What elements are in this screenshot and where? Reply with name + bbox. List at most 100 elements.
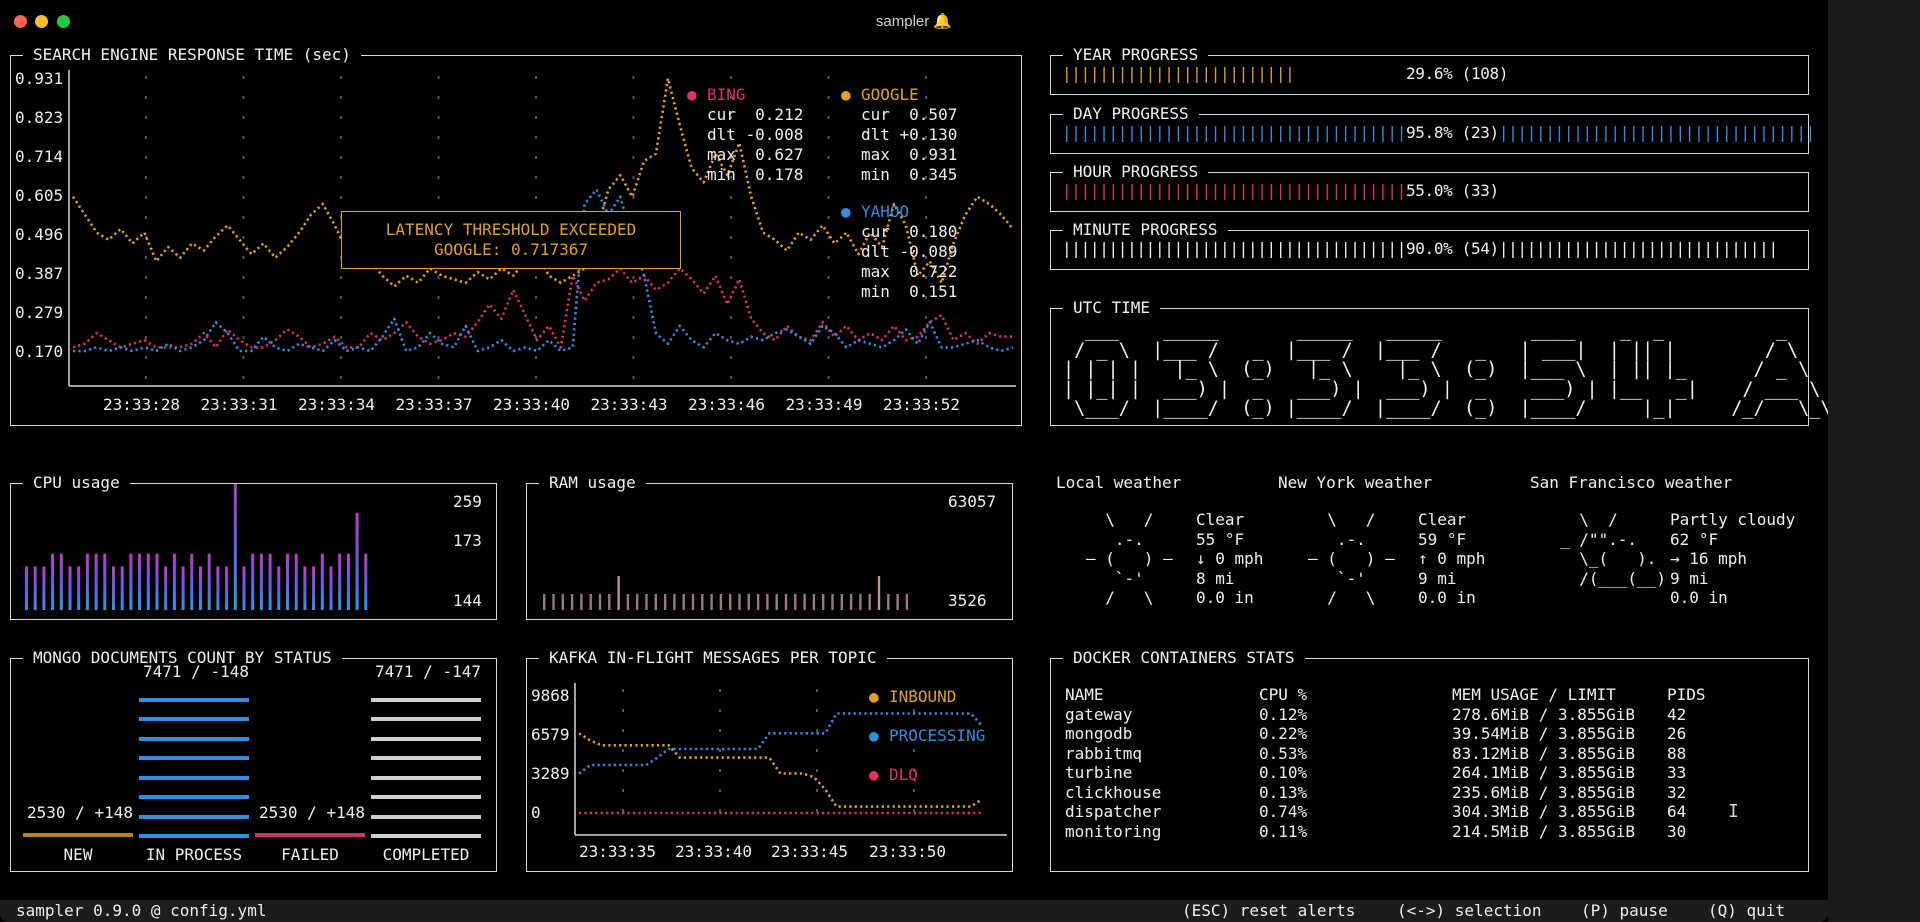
minute-progress-tick: | <box>1294 239 1304 258</box>
status-pause[interactable]: (P) pause <box>1581 901 1668 921</box>
ram-bar <box>552 594 555 610</box>
hour-progress-tick <box>1787 181 1796 200</box>
weather-detail: 9 mi <box>1670 568 1709 588</box>
cpu-usage-panel[interactable]: CPU usage 259 173 144 <box>10 473 497 620</box>
search-ytick: 0.823 <box>15 108 63 127</box>
cpu-bar <box>146 553 150 610</box>
mongo-bar-label: FAILED <box>281 845 339 864</box>
year-progress-tick: | <box>1201 64 1211 83</box>
status-quit[interactable]: (Q) quit <box>1708 901 1785 921</box>
search-xtick: 23:33:40 <box>493 395 570 414</box>
legend-google-cur: cur 0.507 <box>861 105 958 124</box>
day-progress-tick: | <box>1591 123 1602 142</box>
legend-google-name: GOOGLE <box>861 85 919 104</box>
cpu-bar <box>51 553 55 610</box>
status-reset-alerts[interactable]: (ESC) reset alerts <box>1182 901 1355 921</box>
day-progress-tick: | <box>1787 123 1797 142</box>
day-progress-tick: | <box>1703 123 1713 142</box>
day-progress-tick: | <box>1684 123 1695 142</box>
title-bar: sampler 🔔 <box>0 0 1828 42</box>
day-progress-tick: | <box>1368 123 1379 142</box>
cpu-bar <box>364 553 368 610</box>
hour-progress-tick <box>1638 181 1647 200</box>
minute-progress-tick: | <box>1647 239 1658 258</box>
weather-detail: 62 °F <box>1670 529 1719 549</box>
year-progress-tick <box>1768 64 1777 83</box>
year-progress-tick: | <box>1229 64 1239 83</box>
latency-alert-line1: LATENCY THRESHOLD EXCEEDED <box>385 220 637 239</box>
minute-progress-tick: | <box>1313 239 1323 258</box>
day-progress-panel[interactable]: DAY PROGRESS |||||||||||||||||||||||||||… <box>1050 104 1815 154</box>
mongo-bar-label: NEW <box>63 845 93 864</box>
mongo-bar-segment <box>371 813 481 819</box>
mongo-bar-label: IN PROCESS <box>145 845 243 864</box>
docker-cell: 39.54MiB / 3.855GiB <box>1452 724 1636 743</box>
hour-progress-tick: | <box>1210 181 1221 200</box>
day-progress-title: DAY PROGRESS <box>1063 104 1199 124</box>
year-progress-tick <box>1555 64 1564 83</box>
hour-progress-tick: | <box>1303 181 1314 200</box>
year-progress-tick <box>1564 64 1573 83</box>
day-progress-label: 95.8% (23) <box>1405 123 1499 142</box>
day-progress-tick: | <box>1117 123 1128 142</box>
mongo-docs-panel[interactable]: MONGO DOCUMENTS COUNT BY STATUS 2530 / +… <box>10 648 497 872</box>
status-selection[interactable]: (<->) selection <box>1397 901 1542 921</box>
day-progress-tick: | <box>1731 123 1741 142</box>
hour-progress-tick: | <box>1313 181 1323 200</box>
hour-progress-tick: | <box>1387 181 1397 200</box>
docker-stats-title: DOCKER CONTAINERS STATS <box>1063 648 1305 668</box>
day-progress-tick: | <box>1796 123 1806 142</box>
minute-progress-tick: | <box>1610 239 1620 258</box>
hour-progress-panel[interactable]: HOUR PROGRESS ||||||||||||||||||||||||||… <box>1050 162 1809 212</box>
year-progress-tick <box>1304 64 1313 83</box>
day-progress-tick: | <box>1080 123 1091 142</box>
day-progress-tick: | <box>1694 123 1704 142</box>
year-progress-tick <box>1387 64 1396 83</box>
hour-progress-tick: | <box>1201 181 1211 200</box>
day-progress-tick: | <box>1712 123 1723 142</box>
ram-bar <box>598 594 602 610</box>
weather-icon: .-. <box>1086 529 1173 549</box>
docker-stats-panel[interactable]: DOCKER CONTAINERS STATS NAME CPU % MEM USA… <box>1050 648 1809 872</box>
day-progress-tick <box>1815 123 1824 142</box>
minute-progress-tick: | <box>1591 239 1602 258</box>
minute-progress-tick: | <box>1712 239 1723 258</box>
ram-usage-panel[interactable]: RAM usage 63057 3526 <box>526 473 1013 620</box>
mongo-bar-segment <box>371 774 481 780</box>
ram-bar <box>580 594 583 610</box>
docker-cell: 64 <box>1667 802 1687 821</box>
docker-cell: mongodb <box>1065 724 1133 743</box>
day-progress-tick: | <box>1647 123 1658 142</box>
day-progress-tick: | <box>1396 123 1407 142</box>
weather-icon: / \ <box>1086 588 1173 607</box>
utc-time-panel[interactable]: UTC TIME ___ _____ _____ _____ ____ _ _ … <box>1050 298 1828 426</box>
year-progress-tick <box>1675 64 1684 83</box>
docker-cell: 42 <box>1667 704 1687 724</box>
docker-cell: 0.13% <box>1259 782 1308 802</box>
cpu-bar <box>25 566 28 610</box>
ram-bar <box>803 594 806 610</box>
utc-time-title: UTC TIME <box>1063 298 1161 318</box>
search-ytick: 0.170 <box>15 342 63 361</box>
hour-progress-tick <box>1555 181 1564 200</box>
hour-progress-tick <box>1778 181 1787 200</box>
year-progress-tick <box>1657 64 1666 83</box>
weather-detail: 0.0 in <box>1196 588 1254 607</box>
ram-bar <box>617 576 620 610</box>
minute-progress-panel[interactable]: MINUTE PROGRESS ||||||||||||||||||||||||… <box>1050 220 1809 270</box>
weather-icon: \ / <box>1560 510 1657 529</box>
kafka-messages-panel[interactable]: KAFKA IN-FLIGHT MESSAGES PER TOPIC 9868 … <box>526 648 1013 872</box>
day-progress-tick: | <box>1266 123 1277 142</box>
year-progress-tick: | <box>1257 64 1267 83</box>
ram-bar <box>682 594 685 610</box>
search-xtick: 23:33:34 <box>298 395 375 414</box>
docker-cell: 0.11% <box>1259 821 1308 841</box>
year-progress-tick <box>1824 64 1828 83</box>
search-response-panel[interactable]: SEARCH ENGINE RESPONSE TIME (sec) 0.931 0… <box>10 45 1022 426</box>
year-progress-panel[interactable]: YEAR PROGRESS ||||||||||||||||||||||||| … <box>1050 45 1809 95</box>
day-progress-tick: | <box>1545 123 1555 142</box>
day-progress-tick: | <box>1749 123 1760 142</box>
minute-progress-tick: | <box>1136 239 1146 258</box>
legend-google-max: max 0.931 <box>861 145 958 164</box>
weather-detail: Partly cloudy <box>1670 510 1796 529</box>
